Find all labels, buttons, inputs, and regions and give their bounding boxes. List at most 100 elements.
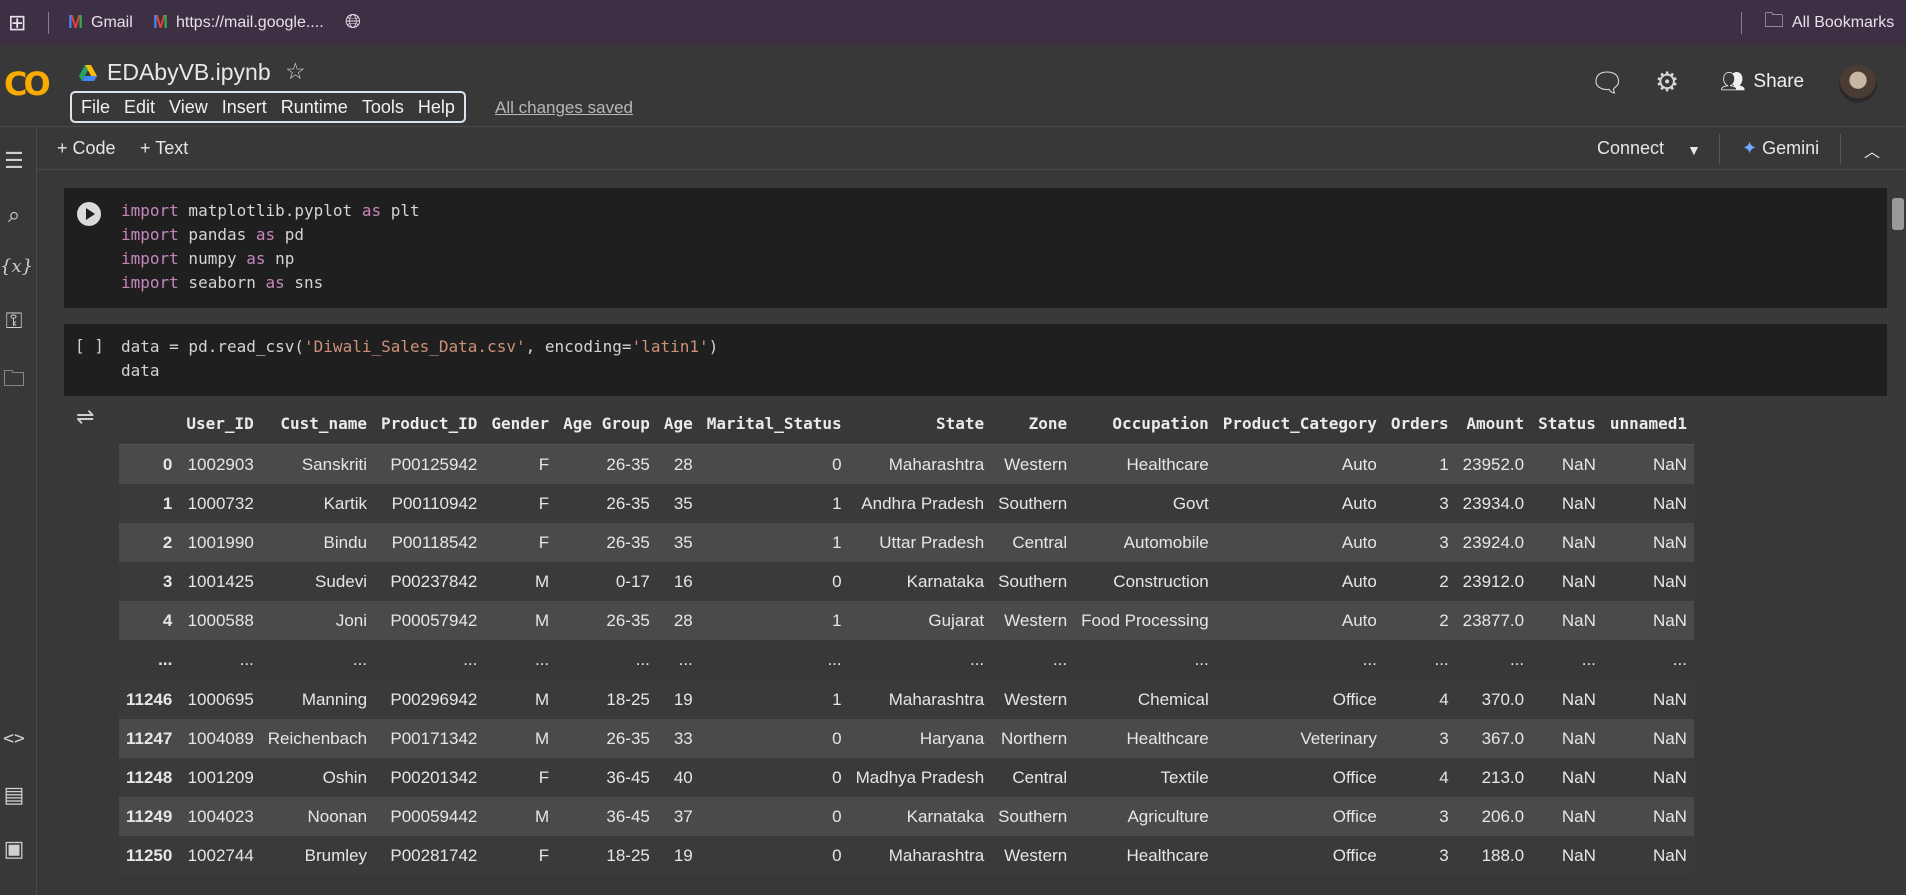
menu-tools[interactable]: Tools <box>355 97 411 118</box>
column-header: Amount <box>1455 402 1532 445</box>
table-cell: ... <box>484 640 557 680</box>
menu-file[interactable]: File <box>74 97 117 118</box>
table-cell: Central <box>991 523 1075 562</box>
table-cell: 1001209 <box>179 758 261 797</box>
table-cell: Veterinary <box>1215 719 1384 758</box>
table-row: 11248 1001209 Oshin P00201342 F 36-45 40 0 Madhy… <box>119 758 1694 797</box>
table-row: 11246 1000695 Manning P00296942 M 18-25 19 1 Mah… <box>119 680 1694 719</box>
search-icon[interactable]: ⌕ <box>0 202 28 228</box>
column-header: Age <box>656 402 700 445</box>
bookmarks-separator <box>1741 12 1742 34</box>
table-cell: F <box>484 836 557 875</box>
code-cell-read-csv[interactable]: [ ] data = pd.read_csv('Diwali_Sales_Dat… <box>64 324 1887 396</box>
table-cell: 2 <box>1383 601 1456 640</box>
run-cell-button[interactable] <box>77 202 101 226</box>
all-bookmarks[interactable]: 🗀 All Bookmarks <box>1764 0 1894 45</box>
table-cell: Manning <box>260 680 375 719</box>
column-header: State <box>848 402 992 445</box>
globe-icon[interactable]: 🌐︎ <box>345 0 361 45</box>
table-cell: 3 <box>1383 523 1456 562</box>
table-cell: F <box>484 758 557 797</box>
table-cell: NaN <box>1531 836 1603 875</box>
table-cell: 1 <box>699 484 849 523</box>
add-text-label: Text <box>155 138 189 158</box>
table-cell: 206.0 <box>1455 797 1532 836</box>
table-cell: Southern <box>991 484 1075 523</box>
table-cell: M <box>484 680 557 719</box>
collapse-chevron-up-icon[interactable]: ︿ <box>1864 138 1880 162</box>
table-cell: P00057942 <box>374 601 485 640</box>
table-row: ........................................… <box>119 640 1694 680</box>
share-label: Share <box>1753 70 1805 92</box>
colab-logo[interactable]: CO <box>4 65 51 103</box>
add-code-button[interactable]: + Code <box>57 138 116 159</box>
row-index: 2 <box>119 523 180 562</box>
table-cell: F <box>484 523 557 562</box>
connect-button[interactable]: Connect <box>1597 138 1664 159</box>
menu-view[interactable]: View <box>162 97 215 118</box>
table-cell: Chemical <box>1074 680 1216 719</box>
row-index: 3 <box>119 562 180 601</box>
scrollbar-thumb[interactable] <box>1892 198 1904 230</box>
output-actions-icon[interactable]: ⇌ <box>76 404 94 430</box>
table-cell: M <box>484 719 557 758</box>
table-cell: Auto <box>1215 484 1384 523</box>
code-editor[interactable]: import matplotlib.pyplot as plt import p… <box>121 199 420 295</box>
menu-help[interactable]: Help <box>411 97 462 118</box>
share-button[interactable]: 👥︎ Share <box>1720 69 1804 94</box>
notebook-title[interactable]: EDAbyVB.ipynb <box>107 59 271 86</box>
table-cell: P00201342 <box>374 758 485 797</box>
code-snippets-icon[interactable]: <> <box>0 728 28 749</box>
table-cell: 0 <box>699 836 849 875</box>
add-text-button[interactable]: + Text <box>140 138 188 159</box>
table-cell: P00110942 <box>374 484 485 523</box>
table-cell: Western <box>991 601 1075 640</box>
table-cell: 18-25 <box>556 680 657 719</box>
bookmark-gmail[interactable]: M Gmail <box>68 0 133 45</box>
row-index: 4 <box>119 601 180 640</box>
menu-insert[interactable]: Insert <box>215 97 274 118</box>
code-cell-imports[interactable]: import matplotlib.pyplot as plt import p… <box>64 188 1887 308</box>
comment-icon[interactable]: 🗨︎ <box>1590 67 1624 99</box>
menu-runtime[interactable]: Runtime <box>274 97 355 118</box>
table-cell: 35 <box>656 523 700 562</box>
table-cell: 37 <box>656 797 700 836</box>
table-cell: NaN <box>1602 444 1694 484</box>
table-cell: Noonan <box>260 797 375 836</box>
table-cell: 40 <box>656 758 700 797</box>
code-editor[interactable]: data = pd.read_csv('Diwali_Sales_Data.cs… <box>121 335 718 383</box>
row-index: 0 <box>119 444 180 484</box>
table-cell: Sanskriti <box>260 444 375 484</box>
table-row: 11247 1004089 Reichenbach P00171342 M 26-35 33… <box>119 719 1694 758</box>
terminal-icon[interactable]: ▣ <box>0 836 28 862</box>
table-cell: Textile <box>1074 758 1216 797</box>
star-icon[interactable]: ☆ <box>285 58 306 85</box>
execution-count[interactable]: [ ] <box>75 336 104 355</box>
gear-icon[interactable]: ⚙︎ <box>1655 67 1679 98</box>
apps-grid-icon[interactable]: ⊞ <box>8 0 26 45</box>
folder-icon[interactable]: 🗀 <box>0 362 28 400</box>
save-status[interactable]: All changes saved <box>495 98 633 118</box>
menu-edit[interactable]: Edit <box>117 97 162 118</box>
table-cell: M <box>484 797 557 836</box>
command-palette-icon[interactable]: ▤ <box>0 782 28 808</box>
row-index: 11247 <box>119 719 180 758</box>
avatar[interactable] <box>1839 65 1877 103</box>
table-of-contents-icon[interactable]: ☰ <box>0 148 28 174</box>
table-cell: 23877.0 <box>1455 601 1532 640</box>
column-header: Age Group <box>556 402 657 445</box>
dataframe-output: User_ID Cust_name Product_ID Gender Age Grou… <box>119 402 1694 875</box>
table-cell: 0 <box>699 562 849 601</box>
gemini-button[interactable]: ✦ Gemini <box>1742 138 1819 159</box>
bookmark-mail-google[interactable]: M https://mail.google.... <box>153 0 324 45</box>
key-icon[interactable]: ⚿ <box>0 308 28 334</box>
variables-icon[interactable]: {x} <box>0 256 33 277</box>
table-cell: Auto <box>1215 562 1384 601</box>
table-row: 11250 1002744 Brumley P00281742 F 18-25 19 0 Mah… <box>119 836 1694 875</box>
table-cell: 0-17 <box>556 562 657 601</box>
table-cell: NaN <box>1602 836 1694 875</box>
table-cell: Healthcare <box>1074 836 1216 875</box>
chevron-down-icon[interactable]: ▼ <box>1687 142 1701 158</box>
table-cell: NaN <box>1602 562 1694 601</box>
table-cell: NaN <box>1602 601 1694 640</box>
